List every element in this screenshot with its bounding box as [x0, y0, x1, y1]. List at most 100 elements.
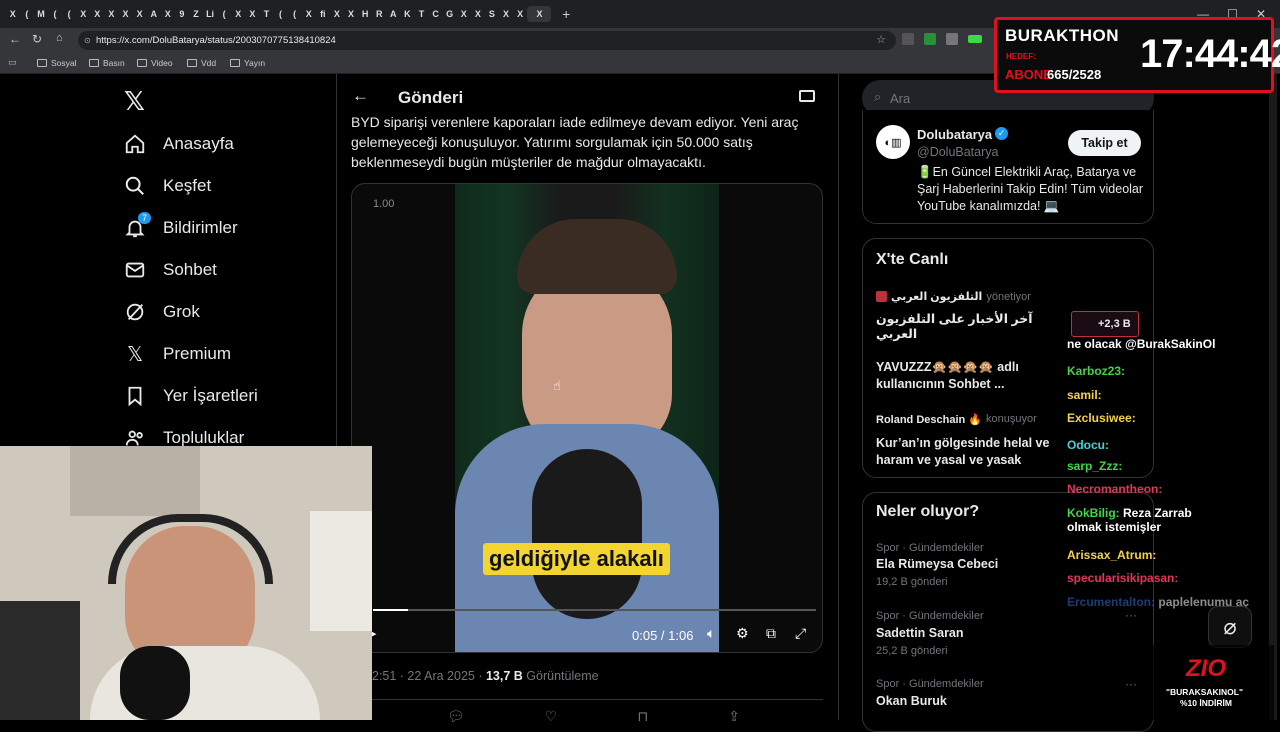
browser-tab[interactable]: X — [246, 6, 260, 22]
extension-icon[interactable] — [946, 33, 958, 45]
browser-tab[interactable]: ( — [288, 6, 302, 22]
browser-tab[interactable]: T — [415, 6, 429, 22]
video-progress-track[interactable] — [373, 609, 816, 611]
browser-tab[interactable]: X — [330, 6, 344, 22]
browser-tab[interactable]: ( — [274, 6, 288, 22]
bookmark-action-icon[interactable]: ⊓ — [637, 708, 648, 725]
bookmark-folder-sosyal[interactable]: Sosyal — [37, 58, 77, 68]
browser-tab[interactable]: A — [387, 6, 401, 22]
more-icon[interactable]: ··· — [1125, 677, 1137, 691]
browser-tab[interactable]: A — [147, 6, 161, 22]
new-tab-icon[interactable]: + — [562, 6, 570, 22]
browser-tab[interactable]: ( — [48, 6, 62, 22]
browser-tab[interactable]: X — [344, 6, 358, 22]
profile-name[interactable]: Dolubatarya — [917, 127, 992, 142]
video-subtitle: geldiğiyle alakalı — [483, 543, 670, 575]
folder-icon — [89, 59, 99, 67]
browser-tab[interactable]: X — [119, 6, 133, 22]
trend-name[interactable]: Okan Buruk — [876, 694, 947, 708]
browser-tab[interactable]: X — [161, 6, 175, 22]
nav-premium[interactable]: 𝕏 Premium — [124, 343, 231, 366]
like-icon[interactable]: ♡ — [545, 708, 558, 725]
browser-tab[interactable]: C — [429, 6, 443, 22]
home-icon[interactable]: ⌂ — [56, 32, 63, 44]
url-bar[interactable]: ⊙ https://x.com/DoluBatarya/status/20030… — [78, 31, 896, 50]
back-icon[interactable]: ← — [9, 32, 21, 46]
grok-floating-icon[interactable]: ⌀ — [1208, 606, 1252, 648]
reader-view-icon[interactable] — [799, 90, 815, 102]
live-item[interactable]: آخر الأخبار على التلفزيون العربي — [876, 311, 1036, 341]
apps-icon[interactable]: ▭ — [8, 57, 17, 68]
volume-icon[interactable]: 🔈︎ — [707, 625, 715, 642]
extension-icon[interactable] — [968, 35, 982, 43]
browser-tab[interactable]: G — [443, 6, 457, 22]
chat-username: KokBilig: — [1067, 506, 1120, 520]
extension-icon[interactable] — [902, 33, 914, 45]
browser-tab[interactable]: X — [513, 6, 527, 22]
browser-tab[interactable]: Z — [189, 6, 203, 22]
extension-icon[interactable] — [924, 33, 936, 45]
chat-message: Karboz23: — [1067, 364, 1125, 378]
browser-tab[interactable]: K — [401, 6, 415, 22]
browser-tab[interactable]: T — [260, 6, 274, 22]
browser-tab[interactable]: H — [358, 6, 372, 22]
browser-tab[interactable]: X — [133, 6, 147, 22]
browser-tab[interactable]: R — [372, 6, 386, 22]
reply-icon[interactable]: 💬︎ — [447, 708, 465, 725]
url-text: https://x.com/DoluBatarya/status/2003070… — [96, 35, 336, 46]
fullscreen-icon[interactable]: ⤢ — [795, 625, 806, 642]
nav-notifications[interactable]: 7 Bildirimler — [124, 212, 238, 239]
browser-tab[interactable]: X — [91, 6, 105, 22]
browser-tab[interactable]: X — [499, 6, 513, 22]
share-icon[interactable]: ⇪ — [728, 708, 740, 725]
nav-grok[interactable]: Grok — [124, 301, 200, 323]
search-icon — [124, 175, 146, 197]
sponsor-code: "BURAKSAKINOL" — [1166, 687, 1244, 697]
browser-tab[interactable]: X — [76, 6, 90, 22]
settings-gear-icon[interactable]: ⚙ — [736, 625, 749, 642]
chat-message: sarp_Zzz: — [1067, 459, 1122, 473]
browser-tab[interactable]: X — [471, 6, 485, 22]
browser-tab[interactable]: 9 — [175, 6, 189, 22]
pip-icon[interactable]: ⧉ — [766, 625, 776, 642]
live-item[interactable]: YAVUZZZ🙊🙊🙊🙊 adlı kullanıcının Sohbet ... — [876, 359, 1051, 393]
browser-tab[interactable]: S — [485, 6, 499, 22]
bell-icon: 7 — [124, 212, 151, 239]
bookmark-folder-video[interactable]: Video — [137, 58, 173, 68]
bookmark-folder-yayin[interactable]: Yayın — [230, 58, 265, 68]
nav-explore[interactable]: Keşfet — [124, 175, 211, 197]
browser-tab[interactable]: X — [457, 6, 471, 22]
browser-tab[interactable]: X — [6, 6, 20, 22]
browser-tab[interactable]: Li — [203, 6, 217, 22]
browser-tab[interactable]: fi — [316, 6, 330, 22]
nav-home[interactable]: Anasayfa — [124, 133, 234, 155]
bookmark-folder-vdd[interactable]: Vdd — [187, 58, 216, 68]
site-info-icon[interactable]: ⊙ — [84, 31, 91, 50]
more-icon[interactable]: ··· — [1125, 608, 1137, 622]
x-logo-icon[interactable]: 𝕏 — [124, 86, 145, 117]
reload-icon[interactable]: ↻ — [32, 32, 42, 46]
chat-message: specularisikipasan: — [1067, 571, 1178, 585]
browser-tab[interactable]: ( — [20, 6, 34, 22]
browser-tab[interactable]: X — [527, 6, 552, 22]
scrollbar[interactable] — [1269, 74, 1277, 720]
browser-tab[interactable]: X — [232, 6, 246, 22]
post-actions: 💬︎ ♡ ⊓ ⇪ — [447, 708, 740, 725]
nav-chat[interactable]: Sohbet — [124, 259, 217, 281]
browser-tab[interactable]: X — [302, 6, 316, 22]
video-player[interactable]: 1.00 ▶ 0:05 / 1:06 🔈︎ ⚙ ⧉ ⤢ — [351, 183, 823, 653]
bookmark-folder-basin[interactable]: Basın — [89, 58, 125, 68]
video-progress-fill — [373, 609, 409, 611]
live-item[interactable]: Kur’an’ın gölgesinde helal ve haram ve y… — [876, 435, 1051, 469]
trend-name[interactable]: Sadettin Saran — [876, 626, 964, 640]
browser-tab[interactable]: M — [34, 6, 48, 22]
browser-tab[interactable]: ( — [62, 6, 76, 22]
back-arrow-icon[interactable]: ← — [352, 86, 369, 106]
browser-tab[interactable]: ( — [217, 6, 231, 22]
nav-bookmarks[interactable]: Yer İşaretleri — [124, 385, 258, 407]
avatar[interactable]: ◐▥ — [876, 125, 910, 159]
follow-button[interactable]: Takip et — [1068, 130, 1141, 156]
browser-tab[interactable]: X — [105, 6, 119, 22]
trend-name[interactable]: Ela Rümeysa Cebeci — [876, 557, 998, 571]
bookmark-star-icon[interactable]: ☆ — [876, 31, 886, 50]
